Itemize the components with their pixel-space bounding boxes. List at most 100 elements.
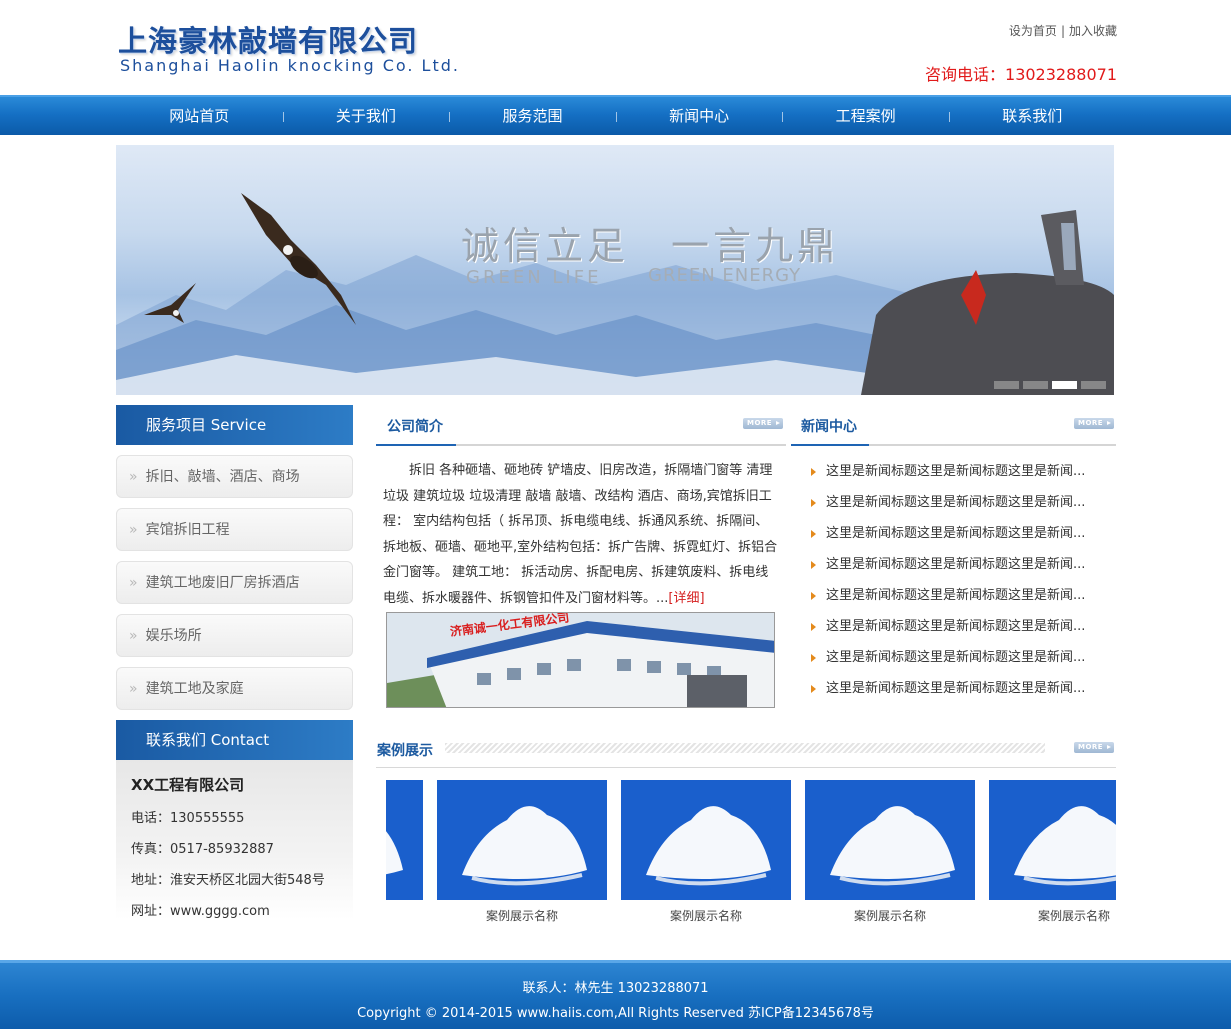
banner-slogan-en-1: GREEN LIFE <box>466 267 602 288</box>
add-favorite-link[interactable]: 加入收藏 <box>1069 24 1117 38</box>
banner-artwork <box>116 193 1114 395</box>
case-image <box>437 780 607 900</box>
site-header: 上海豪林敲墙有限公司 Shanghai Haolin knocking Co. … <box>0 0 1231 95</box>
case-image <box>989 780 1116 900</box>
footer-copyright: Copyright © 2014-2015 www.haiis.com,All … <box>357 1006 874 1021</box>
bullet-arrow-icon <box>811 468 816 476</box>
slide-dot-4[interactable] <box>1081 381 1106 389</box>
case-card[interactable]: 案例展示名称 <box>805 780 975 924</box>
nav-item-contact[interactable]: 联系我们 <box>948 97 1116 135</box>
cases-title-underline <box>376 767 1116 768</box>
service-section-title: 服务项目 Service <box>116 405 353 445</box>
news-item[interactable]: 这里是新闻标题这里是新闻标题这里是新闻... <box>811 642 1111 673</box>
double-arrow-icon: » <box>129 522 138 538</box>
case-caption[interactable]: 案例展示名称 <box>621 907 791 924</box>
about-detail-link[interactable]: [详细] <box>668 591 704 606</box>
double-arrow-icon: » <box>129 628 138 644</box>
slide-dot-1[interactable] <box>994 381 1019 389</box>
news-item[interactable]: 这里是新闻标题这里是新闻标题这里是新闻... <box>811 673 1111 704</box>
double-arrow-icon: » <box>129 681 138 697</box>
slide-dot-2[interactable] <box>1023 381 1048 389</box>
double-arrow-icon: » <box>129 575 138 591</box>
news-item[interactable]: 这里是新闻标题这里是新闻标题这里是新闻... <box>811 456 1111 487</box>
service-item[interactable]: » 拆旧、敲墙、酒店、商场 <box>116 455 353 498</box>
service-item[interactable]: » 建筑工地及家庭 <box>116 667 353 710</box>
news-item-title: 这里是新闻标题这里是新闻标题这里是新闻... <box>826 464 1086 479</box>
about-section-title: 公司简介 <box>387 419 443 435</box>
main-nav: 网站首页 关于我们 服务范围 新闻中心 工程案例 联系我们 <box>0 95 1231 135</box>
news-item-title: 这里是新闻标题这里是新闻标题这里是新闻... <box>826 619 1086 634</box>
case-card[interactable]: 案例展示名称 <box>621 780 791 924</box>
contact-info-box: XX工程有限公司 电话：130555555 传真：0517-85932887 地… <box>116 760 353 920</box>
contact-website: 网址：www.gggg.com <box>131 904 270 919</box>
logo-chinese-name[interactable]: 上海豪林敲墙有限公司 <box>118 18 418 60</box>
site-footer: 联系人：林先生 13023288071 Copyright © 2014-201… <box>0 960 1231 1029</box>
nav-item-services[interactable]: 服务范围 <box>449 97 616 135</box>
contact-phone: 电话：130555555 <box>131 811 245 826</box>
bullet-arrow-icon <box>811 592 816 600</box>
service-item[interactable]: » 建筑工地废旧厂房拆酒店 <box>116 561 353 604</box>
case-card-partial[interactable] <box>386 780 423 900</box>
logo-english-name[interactable]: Shanghai Haolin knocking Co. Ltd. <box>120 56 460 75</box>
news-item-title: 这里是新闻标题这里是新闻标题这里是新闻... <box>826 557 1086 572</box>
hotline-phone: 咨询电话：13023288071 <box>925 65 1117 84</box>
service-item-label: 建筑工地废旧厂房拆酒店 <box>145 575 300 591</box>
banner-slogan-en-2: GREEN ENERGY <box>648 265 802 286</box>
news-item-title: 这里是新闻标题这里是新闻标题这里是新闻... <box>826 650 1086 665</box>
about-more-button[interactable]: MORE <box>743 418 783 429</box>
service-item[interactable]: » 娱乐场所 <box>116 614 353 657</box>
case-caption[interactable]: 案例展示名称 <box>437 907 607 924</box>
bullet-arrow-icon <box>811 530 816 538</box>
news-item[interactable]: 这里是新闻标题这里是新闻标题这里是新闻... <box>811 518 1111 549</box>
banner-slogan: 诚信立足 一言九鼎 <box>461 224 840 268</box>
news-item[interactable]: 这里是新闻标题这里是新闻标题这里是新闻... <box>811 549 1111 580</box>
news-item[interactable]: 这里是新闻标题这里是新闻标题这里是新闻... <box>811 580 1111 611</box>
about-intro-text: 拆旧 各种砸墙、砸地砖 铲墙皮、旧房改造，拆隔墙门窗等 清理垃圾 建筑垃圾 垃圾… <box>383 463 778 606</box>
nav-item-about[interactable]: 关于我们 <box>282 97 450 135</box>
about-intro: 拆旧 各种砸墙、砸地砖 铲墙皮、旧房改造，拆隔墙门窗等 清理垃圾 建筑垃圾 垃圾… <box>383 458 781 611</box>
banner-slide-indicators <box>994 381 1106 389</box>
contact-section-title: 联系我们 Contact <box>116 720 353 760</box>
case-image <box>386 780 423 900</box>
cases-title-stripe <box>445 743 1045 753</box>
service-item-label: 娱乐场所 <box>145 628 202 644</box>
set-homepage-link[interactable]: 设为首页 <box>1009 24 1057 38</box>
bullet-arrow-icon <box>811 685 816 693</box>
case-card[interactable]: 案例展示名称 <box>989 780 1116 924</box>
news-list: 这里是新闻标题这里是新闻标题这里是新闻... 这里是新闻标题这里是新闻标题这里是… <box>811 456 1111 704</box>
case-image <box>621 780 791 900</box>
case-caption[interactable]: 案例展示名称 <box>989 907 1116 924</box>
nav-item-cases[interactable]: 工程案例 <box>782 97 949 135</box>
ding-vessel-icon <box>861 210 1114 395</box>
top-links-separator: | <box>1060 24 1065 38</box>
cases-more-button[interactable]: MORE <box>1074 742 1114 753</box>
double-arrow-icon: » <box>129 469 138 485</box>
service-item-label: 宾馆拆旧工程 <box>145 522 230 538</box>
service-item[interactable]: » 宾馆拆旧工程 <box>116 508 353 551</box>
news-item-title: 这里是新闻标题这里是新闻标题这里是新闻... <box>826 526 1086 541</box>
news-section-title: 新闻中心 <box>801 419 857 435</box>
nav-item-home[interactable]: 网站首页 <box>116 97 283 135</box>
news-item-title: 这里是新闻标题这里是新闻标题这里是新闻... <box>826 495 1086 510</box>
case-card[interactable]: 案例展示名称 <box>437 780 607 924</box>
news-title-underline <box>791 444 1116 446</box>
cases-carousel[interactable]: 案例展示名称 案例展示名称 案例展示名称 案例展示名称 <box>386 780 1116 925</box>
contact-fax: 传真：0517-85932887 <box>131 842 274 857</box>
news-more-button[interactable]: MORE <box>1074 418 1114 429</box>
news-item-title: 这里是新闻标题这里是新闻标题这里是新闻... <box>826 588 1086 603</box>
hero-banner[interactable]: 诚信立足 一言九鼎 GREEN LIFE GREEN ENERGY <box>116 145 1114 395</box>
contact-company-name: XX工程有限公司 <box>131 776 245 794</box>
case-caption[interactable]: 案例展示名称 <box>805 907 975 924</box>
case-image <box>805 780 975 900</box>
nav-item-news[interactable]: 新闻中心 <box>615 97 783 135</box>
slide-dot-3-active[interactable] <box>1052 381 1077 389</box>
company-building-image: 济南诚一化工有限公司 <box>386 612 775 708</box>
news-item[interactable]: 这里是新闻标题这里是新闻标题这里是新闻... <box>811 611 1111 642</box>
footer-contact: 联系人：林先生 13023288071 <box>522 981 709 996</box>
service-item-label: 拆旧、敲墙、酒店、商场 <box>145 469 300 485</box>
news-item-title: 这里是新闻标题这里是新闻标题这里是新闻... <box>826 681 1086 696</box>
bullet-arrow-icon <box>811 561 816 569</box>
top-links: 设为首页 | 加入收藏 <box>1009 22 1117 39</box>
bullet-arrow-icon <box>811 654 816 662</box>
news-item[interactable]: 这里是新闻标题这里是新闻标题这里是新闻... <box>811 487 1111 518</box>
